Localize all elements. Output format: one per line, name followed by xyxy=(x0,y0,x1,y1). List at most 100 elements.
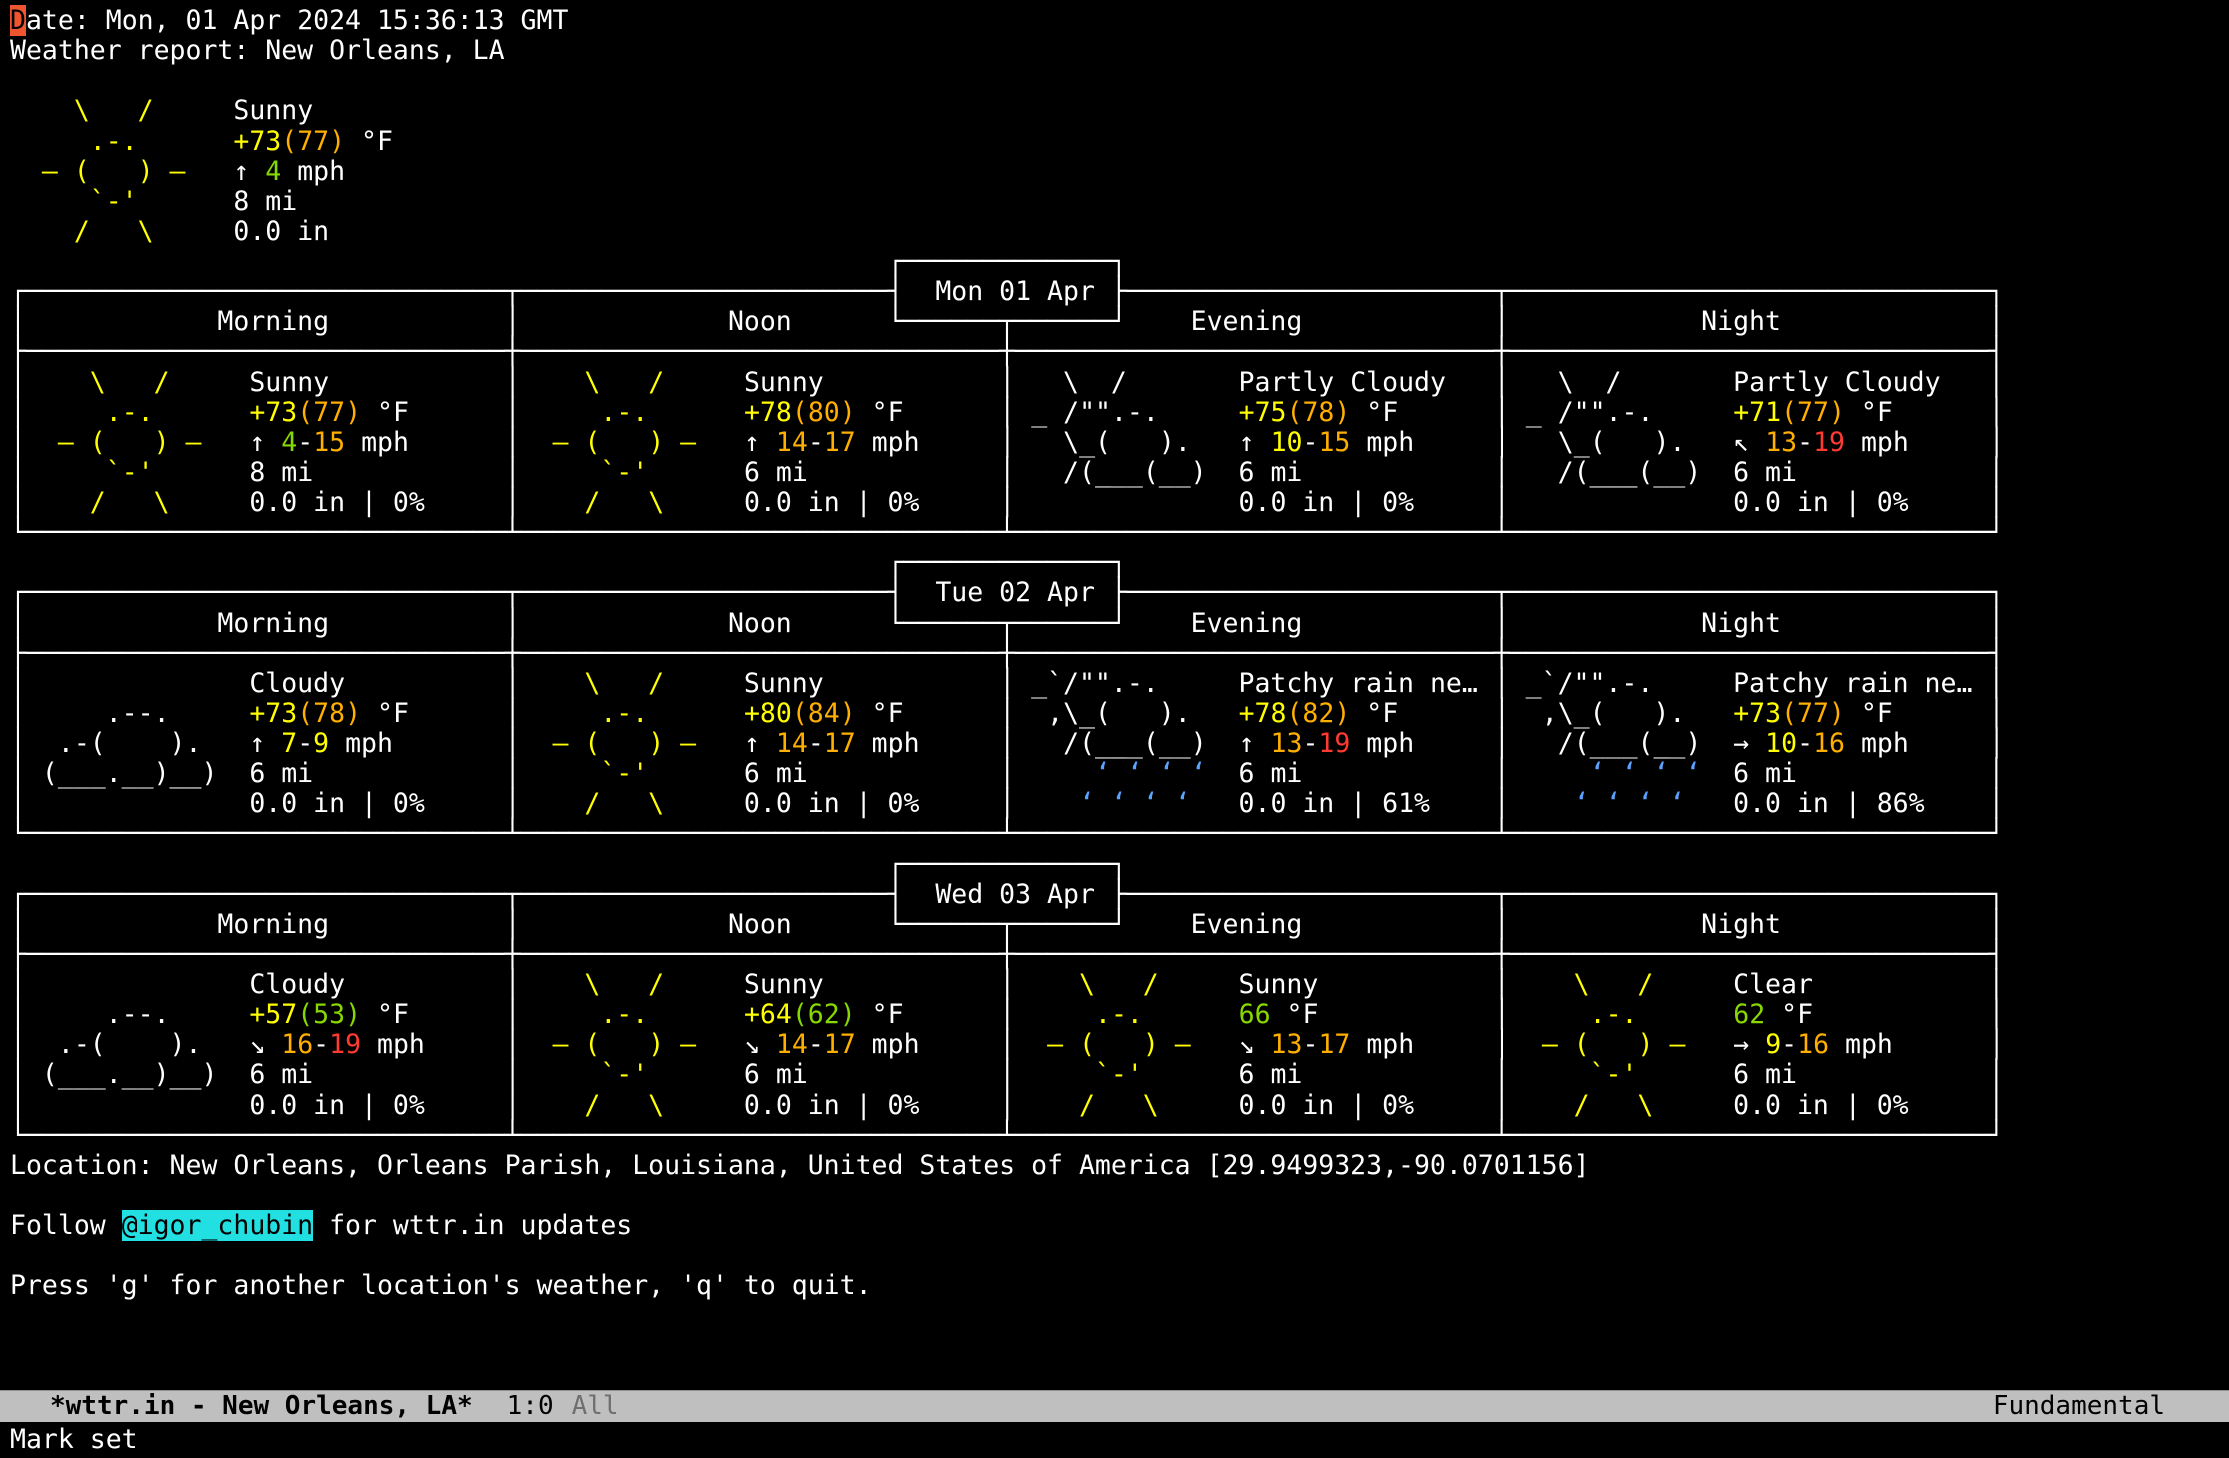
text-run: └──────────────────────────────┴────────… xyxy=(10,517,2004,548)
text-run: °F │ xyxy=(361,397,521,428)
text-run xyxy=(728,698,744,729)
text-run: ― ( ) ― xyxy=(1015,1029,1222,1060)
text-run: │ xyxy=(10,397,26,428)
text-run: \ / xyxy=(1510,969,1717,1000)
text-run: +71 xyxy=(1733,397,1781,428)
buffer-line: ┌──────────────────────────────┬────────… xyxy=(10,277,2005,307)
text-run: °F │ xyxy=(1845,698,2005,729)
text-run: \ / xyxy=(26,367,233,398)
buffer-line: ┌─────────────┐ xyxy=(10,850,2005,880)
text-run: ├──────────────────────────────┼────────… xyxy=(10,638,2004,669)
text-run: 6 mi │ xyxy=(728,1059,1015,1090)
buffer-line: │ .--. +73(78) °F │ .-. +80(84) °F │ ,\_… xyxy=(10,699,2005,729)
text-run: (78) xyxy=(1286,397,1350,428)
buffer-line: / \ 0.0 in xyxy=(10,217,2005,247)
text-run xyxy=(217,126,233,157)
twitter-handle-link[interactable]: @igor_chubin xyxy=(122,1210,313,1241)
text-run: (82) xyxy=(1286,698,1350,729)
text-run: `-' xyxy=(1015,1059,1222,1090)
buffer-line: ┌─────────────┐ xyxy=(10,247,2005,277)
buffer-line: Follow @igor_chubin for wttr.in updates xyxy=(10,1211,2005,1241)
text-run: °F │ ,\_( ). xyxy=(1350,698,1733,729)
text-run: (77) xyxy=(1781,397,1845,428)
text-run: │ .-( ). ↑ xyxy=(10,728,281,759)
text-run: - xyxy=(808,728,824,759)
text-run: for wttr.in updates xyxy=(313,1210,632,1241)
buffer-line: │ .-. +73(77) °F │ .-. +78(80) °F │ _ /"… xyxy=(10,398,2005,428)
text-run: \ / xyxy=(10,95,217,126)
buffer-line: ― ( ) ― ↑ 4 mph xyxy=(10,157,2005,187)
text-run: ― ( ) ― xyxy=(521,728,728,759)
text-run: 8 mi │ xyxy=(233,457,520,488)
text-run: 0.0 in | 0% │ xyxy=(1223,1090,1510,1121)
text-run: +64 xyxy=(744,999,792,1030)
text-run: 0.0 in | 86% │ xyxy=(1717,788,2004,819)
text-run: mph │ /(___(__) → xyxy=(1350,728,1765,759)
text-run: 19 xyxy=(329,1029,361,1060)
text-run: `-' xyxy=(26,457,233,488)
text-run: │ .-( ). ↘ xyxy=(10,1029,281,1060)
text-run: 6 mi │ xyxy=(1717,1059,2004,1090)
text-run: +57 xyxy=(249,999,297,1030)
buffer-line: │ Morning │ Noon └──────┬──────┘ Evening… xyxy=(10,307,2005,337)
modeline-major-mode: Fundamental xyxy=(1993,1391,2165,1422)
text-run: ┌─────────────┐ xyxy=(10,849,1127,880)
text-run: 0.0 in | 0% │ xyxy=(728,1090,1015,1121)
text-run: │ .--. xyxy=(10,698,249,729)
text-run: 17 xyxy=(824,728,856,759)
text-run xyxy=(728,397,744,428)
buffer-line: .-. +73(77) °F xyxy=(10,127,2005,157)
text-run: °F │ xyxy=(361,999,521,1030)
text-run: - xyxy=(1302,1029,1318,1060)
echo-message: Mark set xyxy=(10,1424,138,1455)
text-run: .-. xyxy=(1510,999,1717,1030)
text-run: ate: Mon, 01 Apr 2024 15:36:13 GMT xyxy=(26,5,568,36)
text-run: (77) xyxy=(297,397,361,428)
text-run: +73 xyxy=(249,698,297,729)
text-run: 19 xyxy=(1318,728,1350,759)
buffer-line: ├──────────────────────────────┼────────… xyxy=(10,337,2005,367)
text-run: 14 xyxy=(776,1029,808,1060)
text-run: - xyxy=(1302,728,1318,759)
buffer-line: │ \ / Sunny │ \ / Sunny │ \ / Partly Clo… xyxy=(10,368,2005,398)
text-run: °F │ xyxy=(361,698,521,729)
buffer-line: Location: New Orleans, Orleans Parish, L… xyxy=(10,1151,2005,1181)
text-run: 16 xyxy=(1813,728,1845,759)
text-run: │ xyxy=(10,487,26,518)
buffer-line: │ Morning │ Noon └──────┬──────┘ Evening… xyxy=(10,609,2005,639)
text-run: - xyxy=(297,427,313,458)
text-run: mph │ xyxy=(1845,427,2005,458)
text-run: │ Morning │ Noon └──────┬──────┘ Evening… xyxy=(10,608,2004,639)
modeline-scroll-indicator: All xyxy=(572,1391,619,1422)
buffer-line: Press 'g' for another location's weather… xyxy=(10,1271,2005,1301)
buffer-line xyxy=(10,66,2005,96)
text-run: `-' xyxy=(521,758,728,789)
buffer-line: Date: Mon, 01 Apr 2024 15:36:13 GMT xyxy=(10,6,2005,36)
text-run: (77) xyxy=(1781,698,1845,729)
text-run: - xyxy=(1781,1029,1797,1060)
text-run: ― ( ) ― xyxy=(26,427,233,458)
text-run: / \ xyxy=(1015,1090,1222,1121)
buffer-line: │ .-( ). ↑ 7-9 mph │ ― ( ) ― ↑ 14-17 mph… xyxy=(10,729,2005,759)
text-run: │ (___.__)__) 6 mi │ xyxy=(10,1059,521,1090)
text-run xyxy=(1717,999,1733,1030)
text-run: ┌─────────────┐ xyxy=(10,246,1127,277)
text-run: / \ xyxy=(1510,1090,1717,1121)
text-run: .-. xyxy=(10,126,217,157)
text-run: 17 xyxy=(1318,1029,1350,1060)
buffer-line xyxy=(10,1181,2005,1211)
text-run: - xyxy=(297,728,313,759)
text-run: ↑ xyxy=(728,728,776,759)
text-run: (53) xyxy=(297,999,361,1030)
text-run: ┌──────────────────────────────┬────────… xyxy=(10,276,2004,307)
text-run: mph │ xyxy=(1845,728,2005,759)
text-run: ‘ ‘ ‘ ‘ xyxy=(1510,758,1717,789)
text-run: Follow xyxy=(10,1210,122,1241)
text-run: - xyxy=(313,1029,329,1060)
text-run: `-' xyxy=(1510,1059,1717,1090)
modeline-buffer-name: *wttr.in - New Orleans, LA* xyxy=(50,1391,473,1422)
terminal-screen: Date: Mon, 01 Apr 2024 15:36:13 GMTWeath… xyxy=(0,0,2229,1458)
text-run: +78 xyxy=(1239,698,1287,729)
text-run: 4 xyxy=(265,156,281,187)
text-run: Sunny │ \ / Partly Cloudy │ \ / Partly C… xyxy=(728,367,2004,398)
